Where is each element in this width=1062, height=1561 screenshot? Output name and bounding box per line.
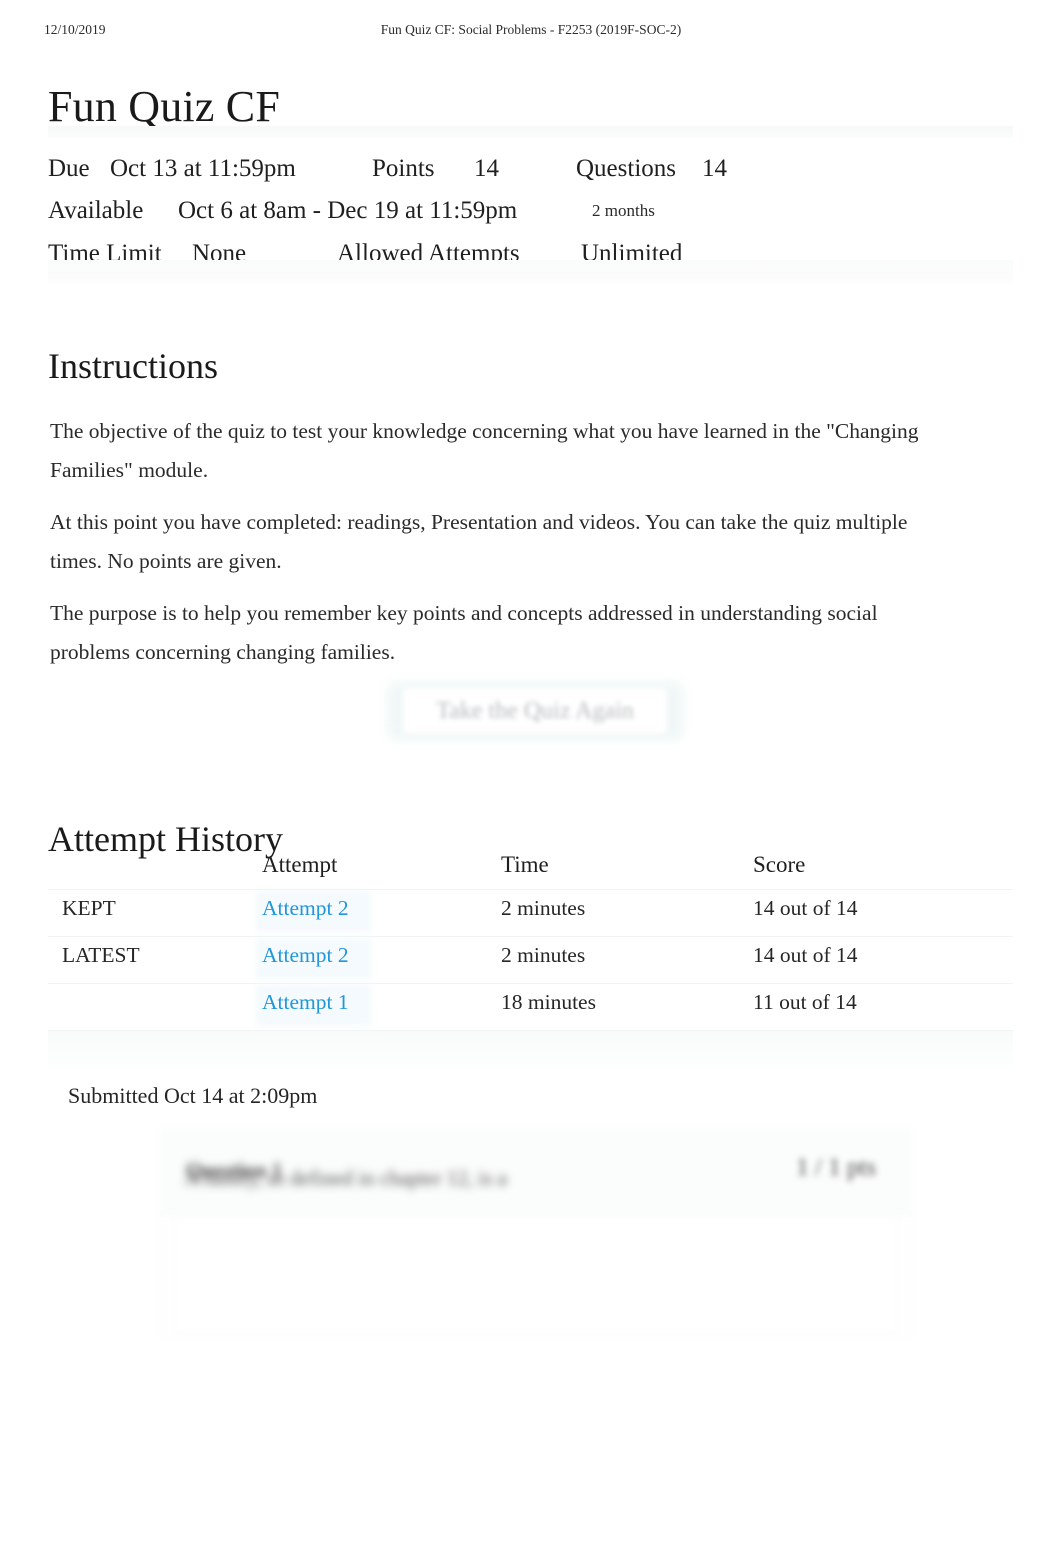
instructions-heading: Instructions <box>48 345 218 386</box>
instructions-paragraph-2: At this point you have completed: readin… <box>50 509 908 573</box>
row-time-kept: 2 minutes <box>501 896 586 920</box>
row-time-1: 18 minutes <box>501 990 596 1014</box>
table-row: KEPT Attempt 2 2 minutes 14 out of 14 <box>48 890 1013 937</box>
questions-label: Questions <box>576 155 676 182</box>
print-document-title: Fun Quiz CF: Social Problems - F2253 (20… <box>380 22 682 37</box>
attempt-link-2-latest[interactable]: Attempt 2 <box>262 943 349 967</box>
question-result-box: Question 1 1 / 1 pts A family, as define… <box>160 1128 912 1336</box>
take-quiz-again-button[interactable]: Take the Quiz Again <box>402 688 668 734</box>
available-label: Available <box>48 197 144 224</box>
points-label: Points <box>372 155 435 182</box>
table-row: Attempt 1 18 minutes 11 out of 14 <box>48 984 1013 1031</box>
column-header-attempt: Attempt <box>262 852 338 877</box>
row-status-kept: KEPT <box>62 896 116 920</box>
available-duration: 2 months <box>592 201 655 220</box>
question-points: 1 / 1 pts <box>796 1154 876 1181</box>
row-score-latest: 14 out of 14 <box>753 943 858 967</box>
points-value: 14 <box>474 155 499 182</box>
print-header: 12/10/2019 Fun Quiz CF: Social Problems … <box>0 22 1062 44</box>
quiz-details-top-band <box>48 126 1013 138</box>
question-body <box>174 1220 898 1332</box>
attempt-link-2-kept[interactable]: Attempt 2 <box>262 896 349 920</box>
due-value: Oct 13 at 11:59pm <box>110 155 296 182</box>
table-header-row: Attempt Time Score <box>48 850 1013 890</box>
table-footer-band <box>48 1031 1013 1067</box>
row-time-latest: 2 minutes <box>501 943 586 967</box>
due-label: Due <box>48 155 90 182</box>
take-quiz-again-container[interactable]: Take the Quiz Again <box>388 678 683 746</box>
instructions-paragraph-1: The objective of the quiz to test your k… <box>50 418 919 482</box>
questions-value: 14 <box>702 155 727 182</box>
row-score-kept: 14 out of 14 <box>753 896 858 920</box>
row-score-1: 11 out of 14 <box>753 990 857 1014</box>
quiz-details-row-available: Available Oct 6 at 8am - Dec 19 at 11:59p… <box>48 196 655 228</box>
table-row: LATEST Attempt 2 2 minutes 14 out of 14 <box>48 937 1013 984</box>
column-header-time: Time <box>501 852 549 877</box>
attempt-history-table: Attempt Time Score KEPT Attempt 2 2 minu… <box>48 850 1013 1067</box>
quiz-details-bottom-band <box>48 260 1013 284</box>
quiz-details-box: Due Oct 13 at 11:59pm Points 14 Questions 14 … <box>48 126 1013 284</box>
attempt-link-1[interactable]: Attempt 1 <box>262 990 349 1014</box>
submitted-timestamp: Submitted Oct 14 at 2:09pm <box>68 1083 318 1108</box>
column-header-score: Score <box>753 852 806 877</box>
quiz-details-row-due: Due Oct 13 at 11:59pm Points 14 Questions 14 <box>48 154 727 184</box>
question-text: A family, as defined in chapter 12, is a <box>184 1166 507 1190</box>
available-value: Oct 6 at 8am - Dec 19 at 11:59pm <box>178 197 518 224</box>
instructions-paragraph-3: The purpose is to help you remember key … <box>50 600 878 664</box>
page-title: Fun Quiz CF <box>48 82 281 132</box>
row-status-latest: LATEST <box>62 943 140 967</box>
